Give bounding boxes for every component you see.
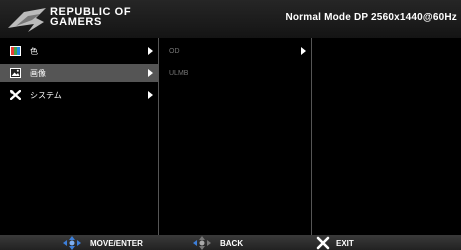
chevron-right-icon	[148, 91, 153, 99]
display-mode-status: Normal Mode DP 2560x1440@60Hz	[285, 12, 457, 23]
control-hints-bar: MOVE/ENTER BACK EXIT	[0, 235, 461, 250]
joystick-move-icon	[63, 236, 81, 250]
exit-label: EXIT	[336, 238, 354, 248]
submenu-panel: OD ULMB	[159, 38, 312, 235]
submenu-item-ulmb[interactable]: ULMB	[159, 64, 311, 82]
submenu-item-label: ULMB	[169, 69, 189, 77]
main-menu-panel: 色 画像 システム	[0, 38, 159, 235]
exit-hint: EXIT	[316, 236, 354, 250]
menu-item-color[interactable]: 色	[0, 42, 158, 60]
detail-panel	[312, 38, 461, 235]
tools-icon	[10, 90, 21, 100]
brand-line-2: GAMERS	[50, 16, 102, 28]
color-palette-icon	[10, 46, 21, 56]
submenu-item-label: OD	[169, 47, 180, 55]
back-hint: BACK	[190, 236, 243, 250]
menu-item-label: 色	[30, 46, 38, 56]
submenu-item-od[interactable]: OD	[159, 42, 311, 60]
move-enter-hint: MOVE/ENTER	[60, 236, 143, 250]
osd-header: REPUBLIC OF GAMERS Normal Mode DP 2560x1…	[0, 0, 461, 38]
joystick-back-icon	[193, 236, 211, 250]
chevron-right-icon	[148, 69, 153, 77]
menu-item-label: システム	[30, 90, 62, 100]
move-enter-label: MOVE/ENTER	[90, 238, 143, 248]
chevron-right-icon	[148, 47, 153, 55]
menu-item-label: 画像	[30, 68, 46, 78]
brand-title: REPUBLIC OF GAMERS	[50, 7, 131, 28]
menu-item-system[interactable]: システム	[0, 86, 158, 104]
menu-item-image[interactable]: 画像	[0, 64, 158, 82]
chevron-right-icon	[301, 47, 306, 55]
image-icon	[10, 68, 21, 78]
close-icon	[316, 236, 330, 250]
back-label: BACK	[220, 238, 244, 248]
